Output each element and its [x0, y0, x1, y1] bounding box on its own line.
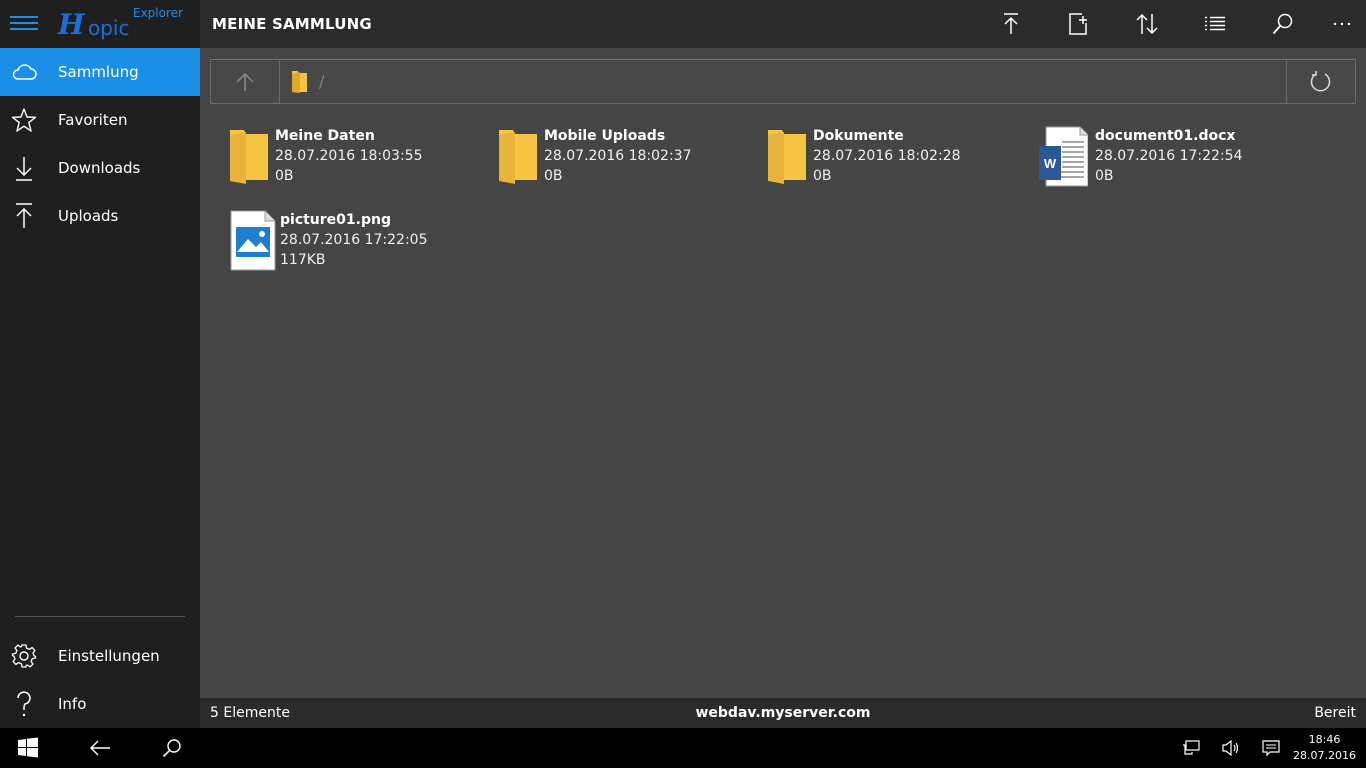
sort-icon	[1136, 13, 1158, 35]
file-size: 0B	[275, 168, 294, 184]
clock-time: 18:46	[1308, 733, 1341, 746]
sidebar-item-info[interactable]: Info	[0, 680, 200, 728]
download-icon	[10, 156, 38, 181]
sidebar-header: H opic Explorer	[0, 0, 200, 48]
file-name: document01.docx	[1095, 128, 1236, 144]
sidebar-item-sammlung[interactable]: Sammlung	[0, 48, 200, 96]
more-button[interactable]	[1326, 8, 1358, 40]
back-button[interactable]	[82, 728, 118, 768]
file-size: 0B	[1095, 168, 1114, 184]
volume-button[interactable]	[1216, 728, 1246, 768]
path-field[interactable]: /	[281, 60, 1281, 103]
image-file-icon	[230, 210, 276, 271]
file-item[interactable]: Meine Daten 28.07.2016 18:03:55 0B	[228, 126, 478, 196]
gear-icon	[10, 644, 38, 668]
file-name: picture01.png	[280, 212, 391, 228]
sidebar-item-label: Info	[58, 695, 87, 713]
sidebar-item-uploads[interactable]: Uploads	[0, 192, 200, 240]
content-area: / Meine Daten 28.07.2016 18:03:55 0B Mob…	[200, 48, 1366, 698]
file-name: Meine Daten	[275, 128, 375, 144]
navigate-up-button[interactable]	[211, 60, 280, 103]
list-view-icon	[1205, 16, 1225, 31]
logo-subtitle: Explorer	[133, 6, 183, 20]
sidebar-item-label: Einstellungen	[58, 647, 160, 665]
taskbar-clock[interactable]: 18:46 28.07.2016	[1293, 732, 1356, 764]
file-size: 117KB	[280, 252, 326, 268]
notification-icon	[1262, 740, 1280, 756]
file-size: 0B	[813, 168, 832, 184]
folder-icon	[499, 130, 537, 184]
taskbar: 18:46 28.07.2016	[0, 728, 1366, 768]
upload-icon	[1004, 13, 1018, 34]
folder-icon	[292, 70, 307, 93]
sidebar: H opic Explorer Sammlung Favoriten Downl…	[0, 0, 200, 728]
header-bar: MEINE SAMMLUNG	[200, 0, 1366, 48]
status-text: Bereit	[1314, 705, 1356, 721]
file-item[interactable]: Dokumente 28.07.2016 18:02:28 0B	[766, 126, 1016, 196]
status-bar: 5 Elemente webdav.myserver.com Bereit	[200, 698, 1366, 728]
search-icon	[162, 739, 181, 758]
file-name: Mobile Uploads	[544, 128, 666, 144]
sidebar-bottom: Einstellungen Info	[0, 632, 200, 728]
star-icon	[10, 108, 38, 132]
taskbar-search-button[interactable]	[154, 728, 190, 768]
sort-button[interactable]	[1131, 8, 1163, 40]
file-date: 28.07.2016 18:03:55	[275, 148, 423, 164]
server-name: webdav.myserver.com	[695, 705, 871, 721]
file-item[interactable]: Mobile Uploads 28.07.2016 18:02:37 0B	[497, 126, 747, 196]
word-document-icon: W	[1039, 126, 1088, 187]
file-size: 0B	[544, 168, 563, 184]
file-date: 28.07.2016 18:02:37	[544, 148, 692, 164]
logo-text: opic	[88, 16, 130, 40]
upload-button[interactable]	[995, 8, 1027, 40]
windows-icon	[18, 737, 38, 758]
search-icon	[1272, 13, 1293, 35]
logo-letter: H	[58, 8, 85, 41]
file-name: Dokumente	[813, 128, 904, 144]
sidebar-item-label: Downloads	[58, 159, 141, 177]
word-badge: W	[1044, 156, 1057, 171]
new-folder-icon	[1069, 13, 1087, 35]
start-button[interactable]	[10, 728, 46, 768]
clock-date: 28.07.2016	[1293, 749, 1356, 762]
cloud-icon	[10, 60, 38, 84]
file-date: 28.07.2016 18:02:28	[813, 148, 961, 164]
sidebar-divider	[15, 616, 185, 617]
new-folder-button[interactable]	[1063, 8, 1095, 40]
folder-icon	[230, 130, 268, 184]
folder-icon	[768, 130, 806, 184]
file-date: 28.07.2016 17:22:54	[1095, 148, 1243, 164]
sidebar-item-downloads[interactable]: Downloads	[0, 144, 200, 192]
volume-icon	[1222, 740, 1239, 756]
search-button[interactable]	[1267, 8, 1299, 40]
network-icon	[1183, 740, 1200, 755]
sidebar-item-label: Favoriten	[58, 111, 128, 129]
address-bar: /	[210, 59, 1356, 104]
upload-icon	[10, 203, 38, 228]
sidebar-item-label: Sammlung	[58, 63, 139, 81]
sidebar-item-einstellungen[interactable]: Einstellungen	[0, 632, 200, 680]
refresh-icon	[1310, 70, 1331, 91]
page-title: MEINE SAMMLUNG	[212, 15, 372, 33]
back-arrow-icon	[90, 740, 110, 756]
file-item[interactable]: picture01.png 28.07.2016 17:22:05 117KB	[229, 210, 479, 280]
question-icon	[10, 691, 38, 717]
file-item[interactable]: W document01.docx 28.07.2016 17:22:54 0B	[1038, 126, 1288, 196]
file-date: 28.07.2016 17:22:05	[280, 232, 428, 248]
refresh-button[interactable]	[1286, 60, 1355, 103]
app-logo: H opic Explorer	[58, 4, 188, 44]
hamburger-menu-icon[interactable]	[10, 12, 38, 36]
sidebar-item-label: Uploads	[58, 207, 119, 225]
path-separator: /	[319, 72, 325, 91]
arrow-up-icon	[236, 72, 254, 91]
more-icon	[1333, 22, 1351, 26]
list-view-button[interactable]	[1199, 8, 1231, 40]
sidebar-item-favoriten[interactable]: Favoriten	[0, 96, 200, 144]
action-center-button[interactable]	[1256, 728, 1286, 768]
network-button[interactable]	[1176, 728, 1206, 768]
